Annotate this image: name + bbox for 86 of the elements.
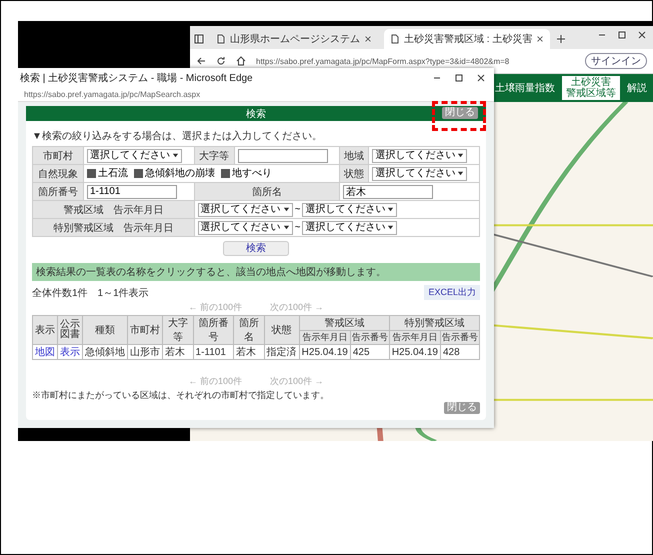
- nav-tab[interactable]: 土砂災害 警戒区域等: [562, 76, 620, 100]
- field-label: 自然現象: [32, 164, 84, 182]
- column-header: 告示番号: [440, 330, 480, 344]
- caret-icon: [282, 224, 290, 231]
- window-title: 検索 | 土砂災害警戒システム - 職場 - Microsoft Edge: [20, 72, 254, 85]
- checkbox[interactable]: 急傾斜地の崩壊: [134, 166, 215, 180]
- close-icon[interactable]: [637, 30, 647, 40]
- caret-icon: [282, 206, 290, 213]
- caret-icon: [387, 206, 394, 213]
- caret-icon: [387, 224, 394, 231]
- sign-in-button[interactable]: サインイン: [585, 53, 647, 69]
- column-header: 箇所名: [234, 316, 264, 344]
- address-field[interactable]: https://sabo.pref.yamagata.jp/pc/MapForm.aspx?type=3&id=4802&m=8: [256, 56, 575, 66]
- home-icon[interactable]: [236, 56, 246, 66]
- range-separator: ~: [294, 204, 300, 214]
- field-label: 状態: [340, 164, 369, 182]
- browser-tab[interactable]: 山形県ホームページシステム: [210, 29, 378, 49]
- maximize-icon[interactable]: [454, 73, 464, 83]
- column-header: 公示図書: [58, 316, 82, 344]
- select-field[interactable]: 選択してください: [302, 202, 398, 216]
- field-label: 大字等: [194, 146, 234, 164]
- back-icon[interactable]: [196, 56, 206, 66]
- close-icon[interactable]: [536, 35, 544, 43]
- table-cell: 425: [350, 344, 390, 360]
- column-header: 告示年月日: [299, 330, 350, 344]
- field-label: 箇所番号: [32, 182, 84, 200]
- tab-list-icon[interactable]: [194, 34, 204, 44]
- table-cell: 急傾斜地: [82, 344, 128, 360]
- close-icon[interactable]: [364, 35, 372, 43]
- browser-tab[interactable]: 土砂災害警戒区域 : 土砂災害: [384, 29, 550, 49]
- input-field[interactable]: 1-1101: [86, 184, 177, 198]
- table-link[interactable]: 地図: [32, 344, 58, 360]
- note-text: ※市町村にまたがっている区域は、それぞれの市町村で指定しています。: [32, 389, 330, 402]
- table-cell: 1-1101: [193, 344, 234, 360]
- column-header: 告示番号: [350, 330, 390, 344]
- select-field[interactable]: 選択してください: [198, 220, 293, 234]
- table-link[interactable]: 表示: [58, 344, 82, 360]
- column-header: 警戒区域: [299, 316, 390, 330]
- plus-icon[interactable]: [556, 34, 566, 44]
- field-label: 特別警戒区域 告示年月日: [32, 218, 194, 236]
- input-field[interactable]: [238, 148, 328, 162]
- field-label: 市町村: [32, 146, 84, 164]
- select-field[interactable]: 選択してください: [302, 220, 398, 234]
- refresh-icon[interactable]: [216, 56, 226, 66]
- caret-icon: [457, 170, 464, 177]
- info-banner: 検索結果の一覧表の名称をクリックすると、該当の地点へ地図が移動します。: [32, 263, 480, 281]
- table-cell: H25.04.19: [389, 344, 440, 360]
- select-field[interactable]: 選択してください: [86, 148, 182, 162]
- search-button[interactable]: 検索: [223, 241, 289, 256]
- select-field[interactable]: 選択してください: [372, 148, 468, 162]
- nav-tab[interactable]: 土壌雨量指数: [491, 76, 559, 100]
- caret-icon: [457, 152, 464, 159]
- result-count: 全体件数1件 1～1件表示: [32, 286, 149, 300]
- field-label: 地域: [340, 146, 369, 164]
- table-cell: 若木: [162, 344, 194, 360]
- column-header: 表示: [32, 316, 58, 344]
- panel-title: 検索: [246, 108, 266, 120]
- table-cell: 指定済: [264, 344, 300, 360]
- column-header: 告示年月日: [389, 330, 440, 344]
- column-header: 特別警戒区域: [389, 316, 480, 330]
- input-field[interactable]: 若木: [343, 184, 434, 198]
- table-cell: H25.04.19: [299, 344, 350, 360]
- column-header: 大字等: [162, 316, 194, 344]
- column-header: 状態: [264, 316, 300, 344]
- range-separator: ~: [294, 222, 300, 232]
- maximize-icon[interactable]: [617, 30, 627, 40]
- column-header: 市町村: [128, 316, 162, 344]
- close-icon[interactable]: [476, 73, 486, 83]
- checkbox[interactable]: 土石流: [86, 166, 128, 180]
- instruction-text: ▼検索の絞り込みをする場合は、選択または入力してください。: [32, 130, 323, 143]
- field-label: 箇所名: [194, 182, 340, 200]
- column-header: 箇所番号: [193, 316, 234, 344]
- checkbox[interactable]: 地すべり: [220, 166, 272, 180]
- excel-export-button[interactable]: EXCEL出力: [424, 285, 480, 300]
- page-icon: [216, 34, 226, 44]
- page-icon: [390, 34, 400, 44]
- select-field[interactable]: 選択してください: [198, 202, 293, 216]
- select-field[interactable]: 選択してください: [372, 166, 468, 180]
- column-header: 種類: [82, 316, 128, 344]
- table-cell: 428: [440, 344, 480, 360]
- address-field[interactable]: https://sabo.pref.yamagata.jp/pc/MapSearch.aspx: [24, 90, 200, 99]
- nav-tab[interactable]: 解説: [623, 76, 651, 100]
- table-cell: 山形市: [128, 344, 162, 360]
- caret-icon: [172, 152, 179, 159]
- table-cell: 若木: [234, 344, 264, 360]
- field-label: 警戒区域 告示年月日: [32, 200, 194, 218]
